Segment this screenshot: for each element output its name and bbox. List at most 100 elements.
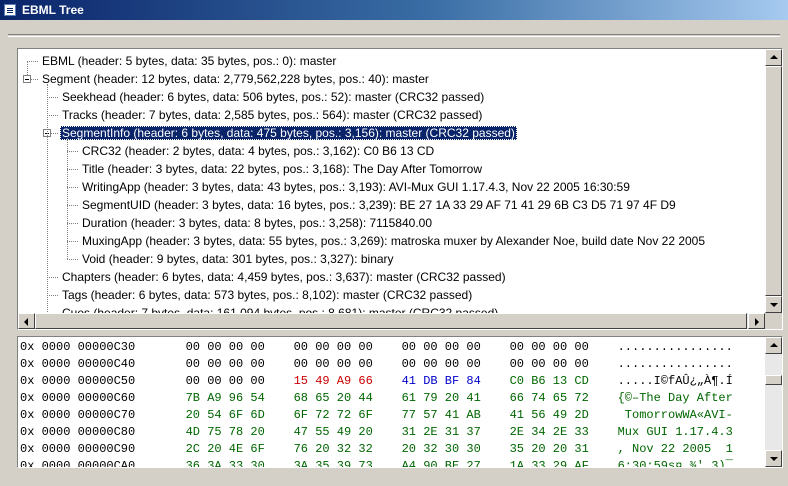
hex-byte: 00 <box>228 357 244 371</box>
hex-address-prefix: 0x <box>20 340 35 354</box>
hex-byte: 00 <box>401 357 416 371</box>
tree-item[interactable]: Duration (header: 3 bytes, data: 8 bytes… <box>80 214 434 232</box>
hex-byte: 41 <box>466 391 481 405</box>
hex-byte: 00 <box>444 340 460 354</box>
tree-vertical-scrollbar[interactable] <box>765 49 782 313</box>
window-title: EBML Tree <box>22 3 84 17</box>
hex-byte: 2E <box>509 425 524 439</box>
hex-byte: 20 <box>250 425 265 439</box>
scroll-up-button[interactable] <box>765 49 782 66</box>
hex-byte: 00 <box>185 357 200 371</box>
hex-byte: 00 <box>531 340 546 354</box>
hex-scroll-up-button[interactable] <box>765 337 782 354</box>
hex-vertical-scrollbar[interactable] <box>765 337 782 467</box>
tree-item[interactable]: Chapters (header: 6 bytes, data: 4,459 b… <box>60 268 508 286</box>
hex-byte: 6F <box>228 408 244 422</box>
hex-byte: 32 <box>336 442 352 456</box>
hex-row: 0x 0000 00000C50 00 00 00 00 15 49 A9 66 41 DB BF 84 C0… <box>20 373 764 390</box>
hex-byte: 73 <box>358 459 373 468</box>
tree-item[interactable]: Cues (header: 7 bytes, data: 161,094 byt… <box>60 304 500 313</box>
tree-item[interactable]: Tracks (header: 7 bytes, data: 2,585 byt… <box>60 106 484 124</box>
hex-ascii: Mux GUI 1.17.4.3 <box>617 425 733 439</box>
tree-horizontal-scrollbar[interactable] <box>18 313 765 329</box>
tree-item-label: Tags (header: 6 bytes, data: 573 bytes, … <box>62 288 473 302</box>
tree-item-label: Seekhead (header: 6 bytes, data: 506 byt… <box>62 90 485 104</box>
hex-address-prefix: 0x <box>20 391 35 405</box>
tree-item[interactable]: Seekhead (header: 6 bytes, data: 506 byt… <box>60 88 486 106</box>
hex-byte: 20 <box>531 442 546 456</box>
tree-connector <box>67 169 78 170</box>
tree-item[interactable]: Void (header: 9 bytes, data: 301 bytes, … <box>80 250 396 268</box>
hex-address-high: 0000 <box>41 391 71 405</box>
scroll-right-button[interactable] <box>748 313 765 329</box>
tree-item[interactable]: SegmentUID (header: 3 bytes, data: 16 by… <box>80 196 678 214</box>
tree-item[interactable]: Tags (header: 6 bytes, data: 573 bytes, … <box>60 286 474 304</box>
hex-byte: 00 <box>423 340 438 354</box>
hex-ascii: 6:30:59s¤.¾'.3)¯ <box>617 459 733 468</box>
hex-byte: 00 <box>315 340 330 354</box>
tree-item[interactable]: SegmentInfo (header: 6 bytes, data: 475 … <box>60 124 517 142</box>
tree-item-label: Segment (header: 12 bytes, data: 2,779,5… <box>42 72 429 86</box>
hex-byte: 20 <box>358 425 373 439</box>
hex-row: 0x 0000 00000C70 20 54 6F 6D 6F 72 72 6F 77 57 41 AB 41… <box>20 407 764 424</box>
hex-byte: DB <box>423 374 438 388</box>
tree-item[interactable]: CRC32 (header: 2 bytes, data: 4 bytes, p… <box>80 142 436 160</box>
hex-byte: 2E <box>552 425 568 439</box>
hex-scroll-thumb[interactable] <box>765 375 782 385</box>
horizontal-scroll-thumb[interactable] <box>35 313 747 329</box>
scroll-down-button[interactable] <box>765 296 782 313</box>
hex-ascii: ................ <box>617 340 733 354</box>
tree-item-label: Title (header: 3 bytes, data: 22 bytes, … <box>82 162 482 176</box>
hex-byte: 6F <box>293 408 308 422</box>
tree-connector <box>67 259 78 260</box>
hex-byte: 56 <box>531 408 546 422</box>
hex-byte: 65 <box>315 391 330 405</box>
scroll-left-button[interactable] <box>18 313 35 329</box>
hex-byte: 20 <box>185 408 200 422</box>
hex-byte: 41 <box>401 374 416 388</box>
hex-byte: 57 <box>423 408 438 422</box>
hex-byte: 4D <box>185 425 200 439</box>
hex-byte: B6 <box>531 374 546 388</box>
app-icon <box>4 4 16 16</box>
scroll-thumb[interactable] <box>765 66 782 296</box>
tree-item-label: SegmentUID (header: 3 bytes, data: 16 by… <box>82 198 676 212</box>
hex-byte: 00 <box>185 374 200 388</box>
hex-byte: A4 <box>401 459 416 468</box>
hex-byte: 00 <box>336 340 352 354</box>
hex-byte: 68 <box>293 391 308 405</box>
hex-byte: 44 <box>358 391 373 405</box>
tree-item-label: Tracks (header: 7 bytes, data: 2,585 byt… <box>62 108 483 122</box>
collapse-toggle-icon[interactable] <box>23 75 31 83</box>
tree-connector <box>27 61 38 62</box>
tree-item[interactable]: MuxingApp (header: 3 bytes, data: 55 byt… <box>80 232 707 250</box>
ebml-tree-window: EBML Tree EBML (header: 5 bytes, data: 3… <box>0 0 788 486</box>
hex-byte: 20 <box>552 442 568 456</box>
tree-item[interactable]: Title (header: 3 bytes, data: 22 bytes, … <box>80 160 484 178</box>
tree-connector <box>67 205 78 206</box>
group-divider <box>8 34 780 37</box>
hex-byte: 00 <box>552 357 568 371</box>
hex-address-high: 0000 <box>41 459 71 468</box>
tree-item[interactable]: EBML (header: 5 bytes, data: 35 bytes, p… <box>40 52 338 70</box>
tree-item[interactable]: WritingApp (header: 3 bytes, data: 43 by… <box>80 178 632 196</box>
hex-byte: C0 <box>509 374 524 388</box>
hex-content: 0x 0000 00000C30 00 00 00 00 00 00 00 00 00 00 00 00 00… <box>18 337 764 467</box>
hex-scroll-down-button[interactable] <box>765 450 782 467</box>
hex-view[interactable]: 0x 0000 00000C30 00 00 00 00 00 00 00 00 00 00 00 00 00… <box>17 336 783 468</box>
hex-byte: 32 <box>358 442 373 456</box>
hex-byte: 00 <box>466 357 481 371</box>
hex-byte: 00 <box>358 357 373 371</box>
hex-byte: 3A <box>293 459 308 468</box>
hex-byte: 90 <box>423 459 438 468</box>
ebml-tree-view[interactable]: EBML (header: 5 bytes, data: 35 bytes, p… <box>17 48 783 330</box>
hex-address-high: 0000 <box>41 425 71 439</box>
hex-byte: 00 <box>250 340 265 354</box>
hex-byte: 77 <box>401 408 416 422</box>
title-bar[interactable]: EBML Tree <box>0 0 788 20</box>
hex-byte: 35 <box>315 459 330 468</box>
hex-byte: 49 <box>315 374 330 388</box>
hex-byte: 00 <box>185 340 200 354</box>
tree-item[interactable]: Segment (header: 12 bytes, data: 2,779,5… <box>40 70 431 88</box>
hex-byte: 00 <box>207 374 222 388</box>
